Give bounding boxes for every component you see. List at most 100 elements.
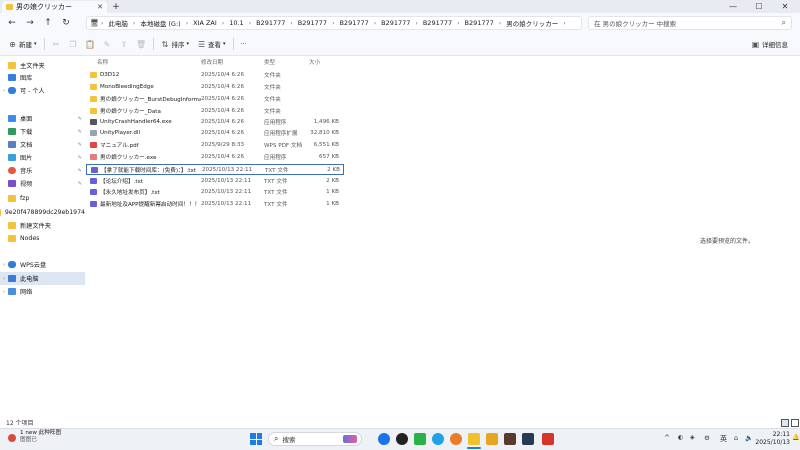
maximize-button[interactable]: ☐ bbox=[748, 0, 770, 13]
back-button[interactable]: ← bbox=[3, 14, 21, 32]
up-button[interactable]: ↑ bbox=[39, 14, 57, 32]
breadcrumb-item[interactable]: 男の娘クリッカー bbox=[503, 18, 561, 28]
file-row[interactable]: MonoBleedingEdge 2025/10/4 6:26 文件夹 bbox=[86, 82, 344, 91]
file-row-focused[interactable]: 【拿了就能下载时间库：(免费)：】.txt 2025/10/13 22:11 TXT… bbox=[86, 164, 344, 175]
app-icon[interactable] bbox=[504, 433, 516, 445]
copy-button[interactable]: ❐ bbox=[65, 36, 82, 52]
breadcrumb-item[interactable]: B291777 bbox=[420, 19, 455, 27]
file-row[interactable]: 【永久地址发布页】.txt 2025/10/13 22:11 TXT 文件 1 KB bbox=[86, 187, 344, 196]
paste-button[interactable]: 📋 bbox=[82, 36, 99, 52]
sidebar-item-cloud[interactable]: › 可 - 个人 bbox=[0, 85, 85, 96]
chevron-right-icon[interactable]: › bbox=[0, 276, 8, 282]
column-header-name[interactable]: 名称 bbox=[86, 58, 201, 66]
qq-icon[interactable] bbox=[396, 433, 408, 445]
minimize-button[interactable]: — bbox=[722, 0, 744, 13]
refresh-button[interactable]: ↻ bbox=[57, 14, 75, 32]
details-pane-button[interactable]: ▣ 详细信息 bbox=[747, 36, 792, 52]
network-icon[interactable]: ⌂ bbox=[734, 434, 738, 442]
more-options-button[interactable]: ··· bbox=[237, 36, 251, 52]
tray-overflow-icon[interactable]: ^ bbox=[664, 434, 670, 442]
app-icon[interactable] bbox=[522, 433, 534, 445]
details-view-icon[interactable] bbox=[781, 419, 789, 427]
close-button[interactable]: ✕ bbox=[774, 0, 796, 13]
sidebar-item-fzp[interactable]: fzp bbox=[0, 193, 85, 204]
taskbar-search[interactable]: ⌕ 搜索 bbox=[268, 432, 362, 446]
chevron-right-icon[interactable]: › bbox=[0, 262, 8, 268]
tab-current-folder[interactable]: 男の娘クリッカー ✕ bbox=[2, 1, 107, 13]
sidebar-item-new-folder[interactable]: 新建文件夹 bbox=[0, 220, 85, 231]
ime-indicator[interactable]: 英 bbox=[720, 434, 727, 444]
breadcrumb-item[interactable]: 本地磁盘 (G:) bbox=[137, 18, 183, 28]
file-row[interactable]: D3D12 2025/10/4 6:26 文件夹 bbox=[86, 70, 344, 79]
tiles-view-icon[interactable] bbox=[791, 419, 799, 427]
pin-icon[interactable]: ✎ bbox=[78, 181, 82, 187]
sidebar-item-gallery[interactable]: 图库 bbox=[0, 72, 85, 83]
sidebar-item-videos[interactable]: 视频 ✎ bbox=[0, 178, 85, 189]
view-button[interactable]: ☰ 查看 ▾ bbox=[193, 36, 230, 52]
pin-icon[interactable]: ✎ bbox=[78, 142, 82, 148]
firefox-icon[interactable] bbox=[450, 433, 462, 445]
app-icon[interactable] bbox=[432, 433, 444, 445]
breadcrumb-item[interactable]: 10.1 bbox=[226, 19, 246, 27]
rename-button[interactable]: ✎ bbox=[99, 36, 116, 52]
notification-icon[interactable]: 🔔 bbox=[792, 434, 799, 441]
pin-icon[interactable]: ✎ bbox=[78, 155, 82, 161]
pin-icon[interactable]: ✎ bbox=[78, 116, 82, 122]
breadcrumb-item[interactable]: B291777 bbox=[336, 19, 371, 27]
pin-icon[interactable]: ✎ bbox=[78, 168, 82, 174]
sidebar-item-downloads[interactable]: 下载 ✎ bbox=[0, 126, 85, 137]
breadcrumb-item[interactable]: B291777 bbox=[295, 19, 330, 27]
new-button[interactable]: ⊕ 新建 ▾ bbox=[4, 36, 41, 52]
breadcrumb-item[interactable]: B291777 bbox=[462, 19, 497, 27]
tray-app-icon[interactable]: ⚙ bbox=[704, 434, 710, 442]
sidebar-item-network[interactable]: › 网络 bbox=[0, 286, 85, 297]
delete-button[interactable]: 🗑 bbox=[133, 36, 150, 52]
sidebar-item-music[interactable]: 音乐 ✎ bbox=[0, 165, 85, 176]
sidebar-item-home[interactable]: 主文件夹 bbox=[0, 60, 85, 71]
clock[interactable]: 22:11 2025/10/13 bbox=[752, 431, 790, 447]
pin-icon[interactable]: ✎ bbox=[78, 129, 82, 135]
column-header-date[interactable]: 修改日期 bbox=[201, 58, 264, 66]
share-button[interactable]: ⇪ bbox=[116, 36, 133, 52]
file-row[interactable]: UnityCrashHandler64.exe 2025/10/4 6:26 应用程… bbox=[86, 117, 344, 126]
browser-icon[interactable] bbox=[378, 433, 390, 445]
start-icon[interactable] bbox=[250, 433, 262, 445]
weather-widget[interactable]: 1 new 此种阵图 图图已 bbox=[20, 430, 61, 444]
sort-button[interactable]: ⇅ 排序 ▾ bbox=[157, 36, 194, 52]
tray-app-icon[interactable]: ◐ bbox=[678, 434, 683, 441]
file-explorer-icon[interactable] bbox=[468, 433, 480, 445]
file-row[interactable]: マニュアル.pdf 2025/9/29 8:33 WPS PDF 文档 6,551 K… bbox=[86, 140, 344, 149]
breadcrumb-item[interactable]: 此电脑 bbox=[105, 18, 131, 28]
file-row[interactable]: 最新地址及APP提醒新幂启动时间！！！ 2025/10/13 22:11 TXT 文… bbox=[86, 199, 344, 208]
chevron-right-icon[interactable]: › bbox=[0, 289, 8, 295]
sidebar-item-documents[interactable]: 文档 ✎ bbox=[0, 139, 85, 150]
file-row[interactable]: 男の娘クリッカー_Data 2025/10/4 6:26 文件夹 bbox=[86, 106, 344, 115]
file-row[interactable]: 男の娘クリッカー_BurstDebugInforma... 2025/10/4 6… bbox=[86, 94, 344, 103]
game-launcher-icon[interactable] bbox=[486, 433, 498, 445]
breadcrumb[interactable]: 🖥 › 此电脑 › 本地磁盘 (G:) › XIA ZAI › 10.1 › B2917… bbox=[86, 16, 582, 30]
sidebar-item-pictures[interactable]: 图片 ✎ bbox=[0, 152, 85, 163]
wps-icon[interactable] bbox=[542, 433, 554, 445]
column-header-type[interactable]: 类型 bbox=[264, 58, 307, 66]
breadcrumb-item[interactable]: XIA ZAI bbox=[190, 19, 220, 27]
tab-close-icon[interactable]: ✕ bbox=[97, 3, 103, 11]
wechat-icon[interactable] bbox=[414, 433, 426, 445]
file-type: TXT 文件 bbox=[264, 201, 288, 208]
breadcrumb-item[interactable]: B291777 bbox=[253, 19, 288, 27]
forward-button[interactable]: → bbox=[21, 14, 39, 32]
new-tab-button[interactable]: + bbox=[110, 1, 122, 12]
sidebar-item-wps-cloud[interactable]: › WPS云盘 bbox=[0, 259, 85, 270]
search-input[interactable]: 在 男の娘クリッカー 中搜索 ⌕ bbox=[588, 16, 792, 30]
sidebar-item-hash-folder[interactable]: 9e20f478899dc29eb1974 bbox=[0, 207, 85, 218]
column-header-size[interactable]: 大小 bbox=[307, 58, 339, 66]
chevron-right-icon[interactable]: › bbox=[0, 88, 8, 94]
breadcrumb-item[interactable]: B291777 bbox=[378, 19, 413, 27]
tray-app-icon[interactable]: ◈ bbox=[690, 434, 695, 441]
sidebar-item-nodes[interactable]: Nodes bbox=[0, 233, 85, 244]
file-row[interactable]: 【论坛介绍】.txt 2025/10/13 22:11 TXT 文件 2 KB bbox=[86, 176, 344, 185]
sidebar-item-desktop[interactable]: 桌面 ✎ bbox=[0, 113, 85, 124]
file-row[interactable]: 男の娘クリッカー.exe 2025/10/4 6:26 应用程序 657 KB bbox=[86, 152, 344, 161]
cut-button[interactable]: ✂ bbox=[48, 36, 65, 52]
sidebar-item-this-pc[interactable]: › 此电脑 bbox=[0, 272, 85, 285]
file-row[interactable]: UnityPlayer.dll 2025/10/4 6:26 应用程序扩展 32,81… bbox=[86, 128, 344, 137]
